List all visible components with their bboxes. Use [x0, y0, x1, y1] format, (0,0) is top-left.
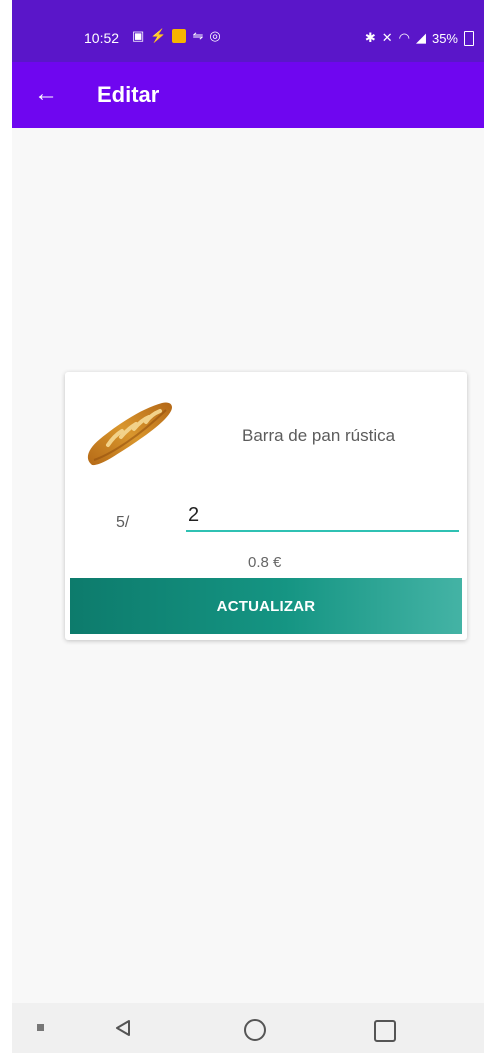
- usb-icon: ⇋: [192, 28, 204, 43]
- status-time: 10:52: [84, 30, 120, 46]
- bluetooth-icon: ✱: [364, 30, 376, 45]
- square-recents-icon[interactable]: [374, 1020, 396, 1042]
- battery-icon: [464, 30, 474, 46]
- quantity-input[interactable]: [186, 500, 459, 532]
- triangle-back-icon[interactable]: [114, 1019, 132, 1037]
- battery-percent: 35%: [431, 30, 458, 46]
- price-label: 0.8 €: [248, 554, 282, 571]
- lightning-icon: ⚡: [150, 28, 167, 43]
- screen: 10:52 ▣ ⚡ ⇋ ◎ ✱ ✕ ◠ ◢ 35% ← Editar Barra…: [12, 0, 484, 1053]
- update-button[interactable]: ACTUALIZAR: [70, 578, 462, 634]
- product-card: Barra de pan rústica 5/ 0.8 € ACTUALIZAR: [65, 372, 467, 640]
- app-bar: ← Editar: [12, 62, 484, 128]
- circle-home-icon[interactable]: [244, 1019, 266, 1041]
- stock-label: 5/: [116, 514, 130, 531]
- gallery-icon: ▣: [132, 28, 145, 43]
- notification-icons: ▣ ⚡ ⇋ ◎: [132, 28, 221, 44]
- back-arrow-icon[interactable]: ←: [34, 82, 58, 106]
- target-icon: ◎: [209, 28, 221, 43]
- nav-indicator-icon: [37, 1024, 44, 1031]
- wifi-icon: ◠: [398, 30, 410, 45]
- signal-icon: ◢: [415, 30, 426, 45]
- system-status-icons: ✱ ✕ ◠ ◢ 35%: [365, 30, 474, 46]
- mute-icon: ✕: [381, 30, 393, 45]
- bread-image: [87, 402, 172, 466]
- product-name: Barra de pan rústica: [242, 426, 396, 445]
- page-title: Editar: [97, 82, 160, 107]
- status-bar: 10:52 ▣ ⚡ ⇋ ◎ ✱ ✕ ◠ ◢ 35%: [12, 0, 484, 62]
- system-nav-bar: [12, 1003, 484, 1053]
- app-icon: [172, 29, 187, 43]
